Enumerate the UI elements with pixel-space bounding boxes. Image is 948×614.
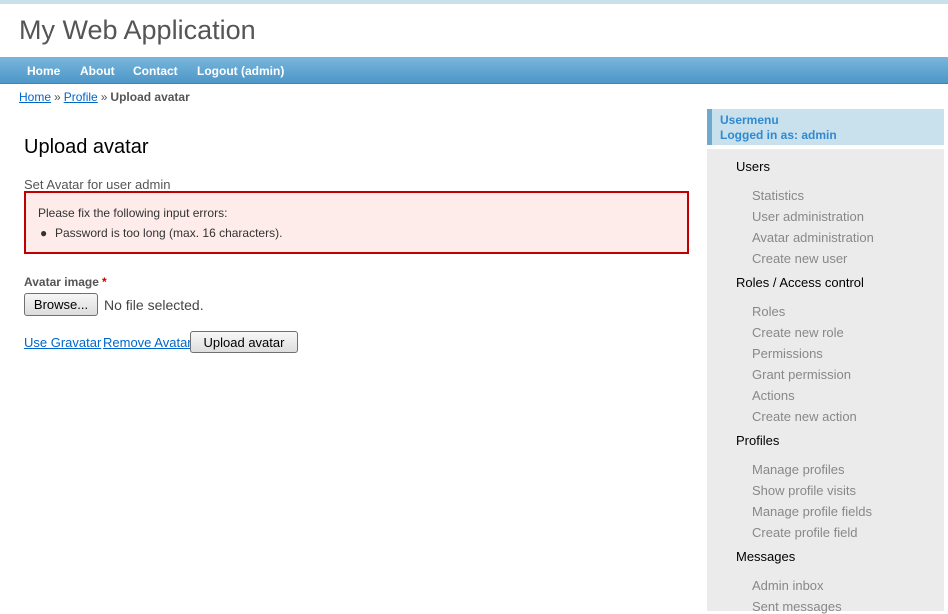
site-title: My Web Application <box>19 15 256 45</box>
sidebar-item-show-profile-visits[interactable]: Show profile visits <box>752 483 856 498</box>
nav-about[interactable]: About <box>80 64 115 78</box>
avatar-image-label-text: Avatar image <box>24 275 99 289</box>
remove-avatar-link[interactable]: Remove Avatar <box>103 335 192 350</box>
sidebar-item-grant-permission[interactable]: Grant permission <box>752 367 851 382</box>
breadcrumb: Home» Profile» Upload avatar <box>19 90 190 104</box>
usermenu-title: Usermenu <box>720 113 779 127</box>
error-message: Password is too long (max. 16 characters… <box>55 226 283 240</box>
browse-button[interactable]: Browse... <box>24 293 98 316</box>
form-note: Set Avatar for user admin <box>24 177 171 192</box>
breadcrumb-profile[interactable]: Profile <box>64 90 98 104</box>
nav-home[interactable]: Home <box>27 64 60 78</box>
sidebar-divider <box>707 145 944 149</box>
bullet-icon: ● <box>40 226 48 240</box>
error-item: ● Password is too long (max. 16 character… <box>40 226 282 240</box>
main-nav: Home About Contact Logout (admin) <box>0 57 948 84</box>
avatar-image-label: Avatar image * <box>24 275 107 289</box>
breadcrumb-separator: » <box>54 90 61 104</box>
logged-in-status: Logged in as: admin <box>720 128 837 142</box>
sidebar-item-manage-profiles[interactable]: Manage profiles <box>752 462 845 477</box>
nav-contact[interactable]: Contact <box>133 64 178 78</box>
sidebar-item-admin-inbox[interactable]: Admin inbox <box>752 578 824 593</box>
sidebar-item-permissions[interactable]: Permissions <box>752 346 823 361</box>
sidebar-item-statistics[interactable]: Statistics <box>752 188 804 203</box>
sidebar-item-create-new-user[interactable]: Create new user <box>752 251 847 266</box>
usermenu-header: Usermenu Logged in as: admin <box>707 109 944 145</box>
required-marker: * <box>101 275 107 289</box>
error-summary-header: Please fix the following input errors: <box>38 206 228 220</box>
sidebar-item-manage-profile-fields[interactable]: Manage profile fields <box>752 504 872 519</box>
error-summary: Please fix the following input errors: ●… <box>24 191 689 254</box>
nav-logout[interactable]: Logout (admin) <box>197 64 284 78</box>
sidebar-item-user-administration[interactable]: User administration <box>752 209 864 224</box>
sidebar-item-create-profile-field[interactable]: Create profile field <box>752 525 858 540</box>
upload-avatar-button[interactable]: Upload avatar <box>190 331 298 353</box>
sidebar-item-sent-messages[interactable]: Sent messages <box>752 599 842 614</box>
sidebar-item-avatar-administration[interactable]: Avatar administration <box>752 230 874 245</box>
sidebar-section-messages: Messages <box>736 549 796 564</box>
top-accent-strip <box>0 0 948 4</box>
sidebar-item-actions[interactable]: Actions <box>752 388 795 403</box>
breadcrumb-home[interactable]: Home <box>19 90 51 104</box>
breadcrumb-current: Upload avatar <box>110 90 190 104</box>
sidebar-section-profiles: Profiles <box>736 433 780 448</box>
sidebar-item-roles[interactable]: Roles <box>752 304 785 319</box>
file-status: No file selected. <box>104 297 204 313</box>
sidebar-section-roles: Roles / Access control <box>736 275 864 290</box>
sidebar-section-users: Users <box>736 159 770 174</box>
breadcrumb-separator: » <box>100 90 108 104</box>
sidebar: Usermenu Logged in as: admin Users Stati… <box>707 109 944 614</box>
use-gravatar-link[interactable]: Use Gravatar <box>24 335 101 350</box>
page-title: Upload avatar <box>24 136 149 158</box>
sidebar-item-create-new-action[interactable]: Create new action <box>752 409 857 424</box>
sidebar-item-create-new-role[interactable]: Create new role <box>752 325 844 340</box>
